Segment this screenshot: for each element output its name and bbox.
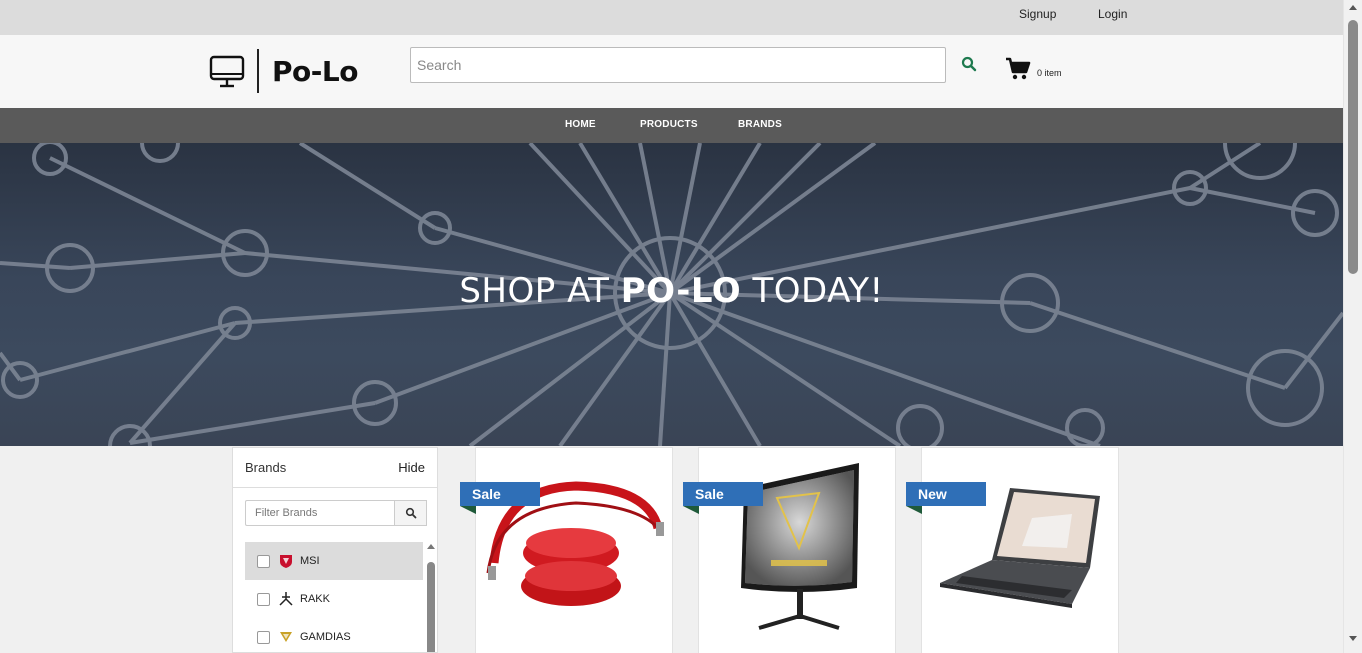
product-card[interactable]: Sale (460, 447, 673, 653)
nav-home[interactable]: HOME (565, 119, 596, 130)
msi-laptop-image (940, 488, 1100, 608)
site-logo[interactable]: Po-Lo (209, 48, 358, 94)
red-headphones-image (486, 481, 664, 606)
brand-list-scrollbar[interactable] (426, 544, 436, 652)
gamdias-logo-icon (278, 629, 294, 645)
badge-label: Sale (472, 486, 501, 502)
scroll-down-arrow-icon[interactable] (1349, 636, 1357, 641)
brand-name: MSI (300, 555, 320, 567)
cart-button[interactable]: 0 item (1005, 57, 1062, 81)
scroll-up-arrow-icon[interactable] (1349, 5, 1357, 10)
brands-filter-panel: Brands Hide MSI (232, 447, 438, 653)
filter-brands-input[interactable] (245, 500, 394, 526)
logo-text: Po-Lo (272, 54, 358, 88)
scroll-thumb[interactable] (427, 562, 435, 652)
search-icon[interactable] (960, 55, 978, 73)
logo-divider (257, 49, 259, 93)
brand-checkbox[interactable] (257, 592, 270, 606)
product-card[interactable]: Sale (683, 447, 896, 653)
badge-fold (906, 506, 922, 514)
product-badge: Sale (683, 482, 763, 514)
nav-products[interactable]: PRODUCTS (640, 119, 698, 130)
product-badge: New (906, 482, 986, 514)
brand-item-gamdias[interactable]: GAMDIAS (245, 618, 423, 652)
monitor-logo-icon (209, 55, 245, 88)
hide-brands-button[interactable]: Hide (398, 460, 425, 475)
badge-label: New (918, 486, 947, 502)
badge-fold (683, 506, 699, 514)
site-header: Po-Lo 0 item (0, 35, 1343, 108)
page: Signup Login Po-Lo 0 (0, 0, 1362, 653)
gamdias-curved-monitor-image (741, 463, 859, 630)
product-badge: Sale (460, 482, 540, 514)
page-scrollbar[interactable] (1343, 0, 1362, 653)
brand-checkbox[interactable] (257, 554, 270, 568)
top-bar: Signup Login (0, 0, 1343, 35)
hero-title-pre: SHOP AT (459, 271, 621, 311)
brand-checkbox[interactable] (257, 630, 270, 644)
badge-fold (460, 506, 476, 514)
hero-title-brand: PO-LO (620, 271, 742, 311)
hero-title: SHOP AT PO-LO TODAY! (0, 271, 1343, 311)
scroll-up-arrow-icon[interactable] (427, 544, 435, 549)
brands-panel-title: Brands (245, 460, 287, 475)
brand-filter (245, 500, 427, 526)
shopping-cart-icon (1006, 57, 1031, 80)
brand-item-msi[interactable]: MSI (245, 542, 423, 580)
main-nav: HOME PRODUCTS BRANDS (0, 108, 1343, 143)
hero-title-post: TODAY! (741, 271, 884, 311)
brand-item-rakk[interactable]: RAKK (245, 580, 423, 618)
cart-count: 0 item (1037, 68, 1062, 78)
filter-brands-button[interactable] (394, 500, 427, 526)
signup-link[interactable]: Signup (1019, 7, 1056, 21)
brand-list: MSI RAKK GAMDIAS (245, 542, 423, 652)
brand-name: GAMDIAS (300, 631, 351, 643)
msi-dragon-icon (278, 553, 294, 569)
brands-panel-header: Brands Hide (233, 448, 437, 488)
nav-brands[interactable]: BRANDS (738, 119, 782, 130)
page-scroll-thumb[interactable] (1348, 20, 1358, 274)
hero-banner: SHOP AT PO-LO TODAY! (0, 143, 1343, 446)
search-input[interactable] (410, 47, 946, 83)
search-icon (405, 507, 416, 519)
badge-label: Sale (695, 486, 724, 502)
login-link[interactable]: Login (1098, 7, 1127, 21)
product-card[interactable]: New (906, 447, 1119, 653)
rakk-logo-icon (278, 591, 294, 607)
brand-name: RAKK (300, 593, 330, 605)
